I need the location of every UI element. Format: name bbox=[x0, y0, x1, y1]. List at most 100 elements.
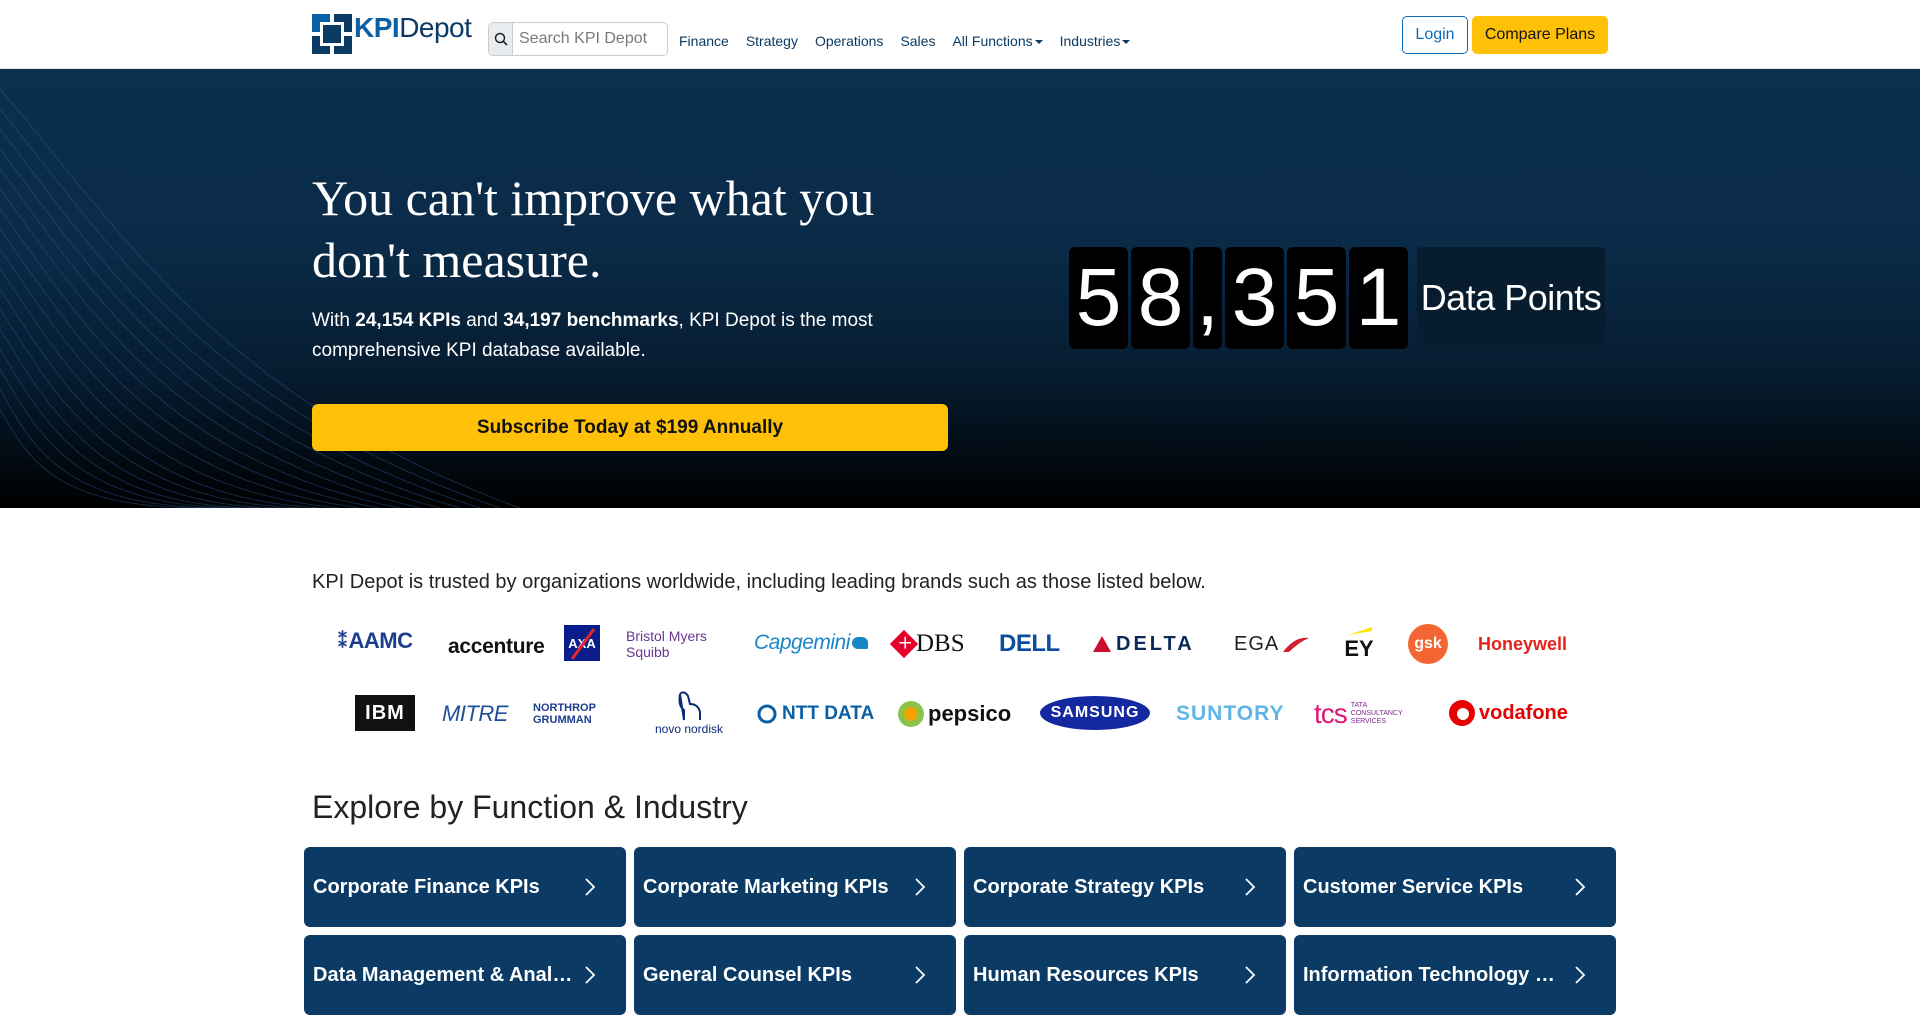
nav-link-sales[interactable]: Sales bbox=[900, 33, 935, 49]
card-corporate-strategy[interactable]: Corporate Strategy KPIs bbox=[964, 847, 1286, 927]
trusted-by-text: KPI Depot is trusted by organizations wo… bbox=[312, 571, 1206, 593]
brand-logo-honeywell: Honeywell bbox=[1478, 632, 1567, 656]
vodafone-speechmark-icon bbox=[1449, 700, 1475, 726]
brand-name: vodafone bbox=[1479, 701, 1568, 724]
brand-logo-tcs: tcs TATA CONSULTANCY SERVICES bbox=[1314, 696, 1422, 732]
brand-name: EY bbox=[1344, 636, 1374, 661]
brand-name: Honeywell bbox=[1478, 633, 1568, 654]
subscribe-button[interactable]: Subscribe Today at $199 Annually bbox=[312, 404, 948, 451]
card-customer-service[interactable]: Customer Service KPIs bbox=[1294, 847, 1616, 927]
nav-link-strategy[interactable]: Strategy bbox=[746, 33, 798, 49]
brand-logo-dbs: ✕ DBS bbox=[889, 629, 965, 659]
top-navbar: KPIDepot Finance Strategy Operations Sal… bbox=[0, 0, 1920, 69]
brand-logo-bristol-myers-squibb: Bristol Myers Squibb bbox=[626, 626, 730, 662]
dbs-star-icon: ✕ bbox=[889, 629, 919, 659]
brand-logo-accenture: accenture bbox=[448, 633, 545, 661]
chevron-right-icon bbox=[585, 878, 596, 896]
search-input[interactable] bbox=[513, 23, 663, 55]
counter-digit: 3 bbox=[1225, 247, 1284, 349]
axa-slash-icon bbox=[570, 628, 596, 660]
card-human-resources[interactable]: Human Resources KPIs bbox=[964, 935, 1286, 1015]
counter-separator: , bbox=[1193, 247, 1222, 349]
card-corporate-finance[interactable]: Corporate Finance KPIs bbox=[304, 847, 626, 927]
chevron-right-icon bbox=[915, 878, 926, 896]
brand-name: SUNTORY bbox=[1176, 702, 1285, 725]
nav-dropdown-industries[interactable]: Industries bbox=[1060, 33, 1131, 49]
card-label: Corporate Strategy KPIs bbox=[973, 875, 1205, 898]
brand-name: Bristol Myers Squibb bbox=[626, 628, 707, 660]
chevron-right-icon bbox=[1245, 966, 1256, 984]
card-label: General Counsel KPIs bbox=[643, 963, 852, 986]
compare-plans-button[interactable]: Compare Plans bbox=[1472, 16, 1608, 54]
brand-logo-ntt-data: NTT DATA bbox=[756, 700, 874, 728]
card-label: Corporate Marketing KPIs bbox=[643, 875, 889, 898]
card-data-management-analytics[interactable]: Data Management & Analytics KPIs bbox=[304, 935, 626, 1015]
counter-digit: 5 bbox=[1287, 247, 1346, 349]
search-box bbox=[488, 22, 668, 56]
chevron-right-icon bbox=[1575, 966, 1586, 984]
caret-down-icon bbox=[1034, 40, 1043, 45]
hero-headline: You can't improve what you don't measure… bbox=[312, 170, 875, 288]
benchmark-count: 34,197 benchmarks bbox=[503, 310, 679, 331]
explore-section-title: Explore by Function & Industry bbox=[312, 789, 748, 825]
card-general-counsel[interactable]: General Counsel KPIs bbox=[634, 935, 956, 1015]
brand-name: SAMSUNG bbox=[1050, 704, 1140, 721]
brand-logo-northrop-grumman: NORTHROP GRUMMAN bbox=[533, 702, 625, 726]
card-label: Data Management & Analytics KPIs bbox=[313, 963, 573, 986]
logo-text-bold: KPI bbox=[354, 12, 400, 43]
tcs-subtext: TATA CONSULTANCY SERVICES bbox=[1350, 702, 1403, 725]
ntt-ring-icon bbox=[757, 704, 777, 724]
brand-logo-suntory: SUNTORY bbox=[1176, 700, 1285, 728]
ega-swoosh-icon bbox=[1283, 637, 1310, 652]
search-icon[interactable] bbox=[489, 23, 513, 55]
brand-logo-capgemini: Capgemini bbox=[754, 629, 868, 657]
brand-logo-pepsico: pepsico bbox=[896, 696, 1011, 732]
brand-name: novo nordisk bbox=[654, 722, 724, 736]
logo-text-rest: Depot bbox=[399, 12, 472, 43]
brand-name: IBM bbox=[365, 701, 405, 724]
main-nav: Finance Strategy Operations Sales All Fu… bbox=[679, 33, 1147, 49]
counter-label: Data Points bbox=[1417, 247, 1605, 349]
brand-logo-samsung: SAMSUNG bbox=[1040, 696, 1150, 730]
hero-sub-and: and bbox=[460, 310, 504, 331]
brand-logo-dell: DELL bbox=[999, 629, 1060, 659]
brand-logo-ey: EY bbox=[1344, 626, 1374, 662]
brand-name: tcs bbox=[1314, 698, 1348, 729]
brand-name: pepsico bbox=[928, 701, 1012, 726]
data-points-counter: 5 8 , 3 5 1 Data Points bbox=[1069, 247, 1605, 349]
card-information-technology[interactable]: Information Technology KPIs bbox=[1294, 935, 1616, 1015]
brand-name: DELTA bbox=[1116, 632, 1195, 655]
brand-logo-vodafone: vodafone bbox=[1448, 697, 1568, 729]
chevron-right-icon bbox=[1245, 878, 1256, 896]
card-label: Human Resources KPIs bbox=[973, 963, 1199, 986]
novo-bull-icon bbox=[678, 691, 701, 721]
card-label: Information Technology KPIs bbox=[1303, 963, 1563, 986]
kpi-count: 24,154 KPIs bbox=[355, 310, 461, 331]
brand-name: NTT DATA bbox=[782, 703, 875, 724]
brand-name: gsk bbox=[1414, 635, 1442, 652]
delta-triangle-icon bbox=[1093, 636, 1111, 652]
kpi-depot-logo[interactable]: KPIDepot bbox=[312, 12, 472, 56]
card-corporate-marketing[interactable]: Corporate Marketing KPIs bbox=[634, 847, 956, 927]
brand-logo-gsk: gsk bbox=[1408, 624, 1448, 664]
nav-dropdown-label: Industries bbox=[1059, 33, 1121, 49]
brand-logo-aamc: ⁑ AAMC bbox=[338, 627, 413, 655]
nav-dropdown-all-functions[interactable]: All Functions bbox=[952, 33, 1043, 49]
brand-name: accenture bbox=[448, 635, 545, 658]
brand-name: EGA bbox=[1234, 632, 1280, 655]
card-label: Corporate Finance KPIs bbox=[313, 875, 540, 898]
ey-beam-icon bbox=[1348, 627, 1372, 635]
brand-logo-novo-nordisk: novo nordisk bbox=[650, 686, 728, 740]
nav-link-finance[interactable]: Finance bbox=[679, 33, 729, 49]
hero-sub-prefix: With bbox=[312, 310, 356, 331]
chevron-right-icon bbox=[1575, 878, 1586, 896]
login-button[interactable]: Login bbox=[1402, 16, 1468, 54]
brand-logo-delta: DELTA bbox=[1092, 630, 1195, 658]
counter-digit: 8 bbox=[1131, 247, 1190, 349]
card-label: Customer Service KPIs bbox=[1303, 875, 1524, 898]
chevron-right-icon bbox=[585, 966, 596, 984]
logo-mark-icon bbox=[312, 14, 352, 54]
brand-logo-ega: EGA bbox=[1234, 630, 1311, 658]
aamc-mark-icon: ⁑ bbox=[338, 630, 347, 651]
nav-link-operations[interactable]: Operations bbox=[815, 33, 883, 49]
